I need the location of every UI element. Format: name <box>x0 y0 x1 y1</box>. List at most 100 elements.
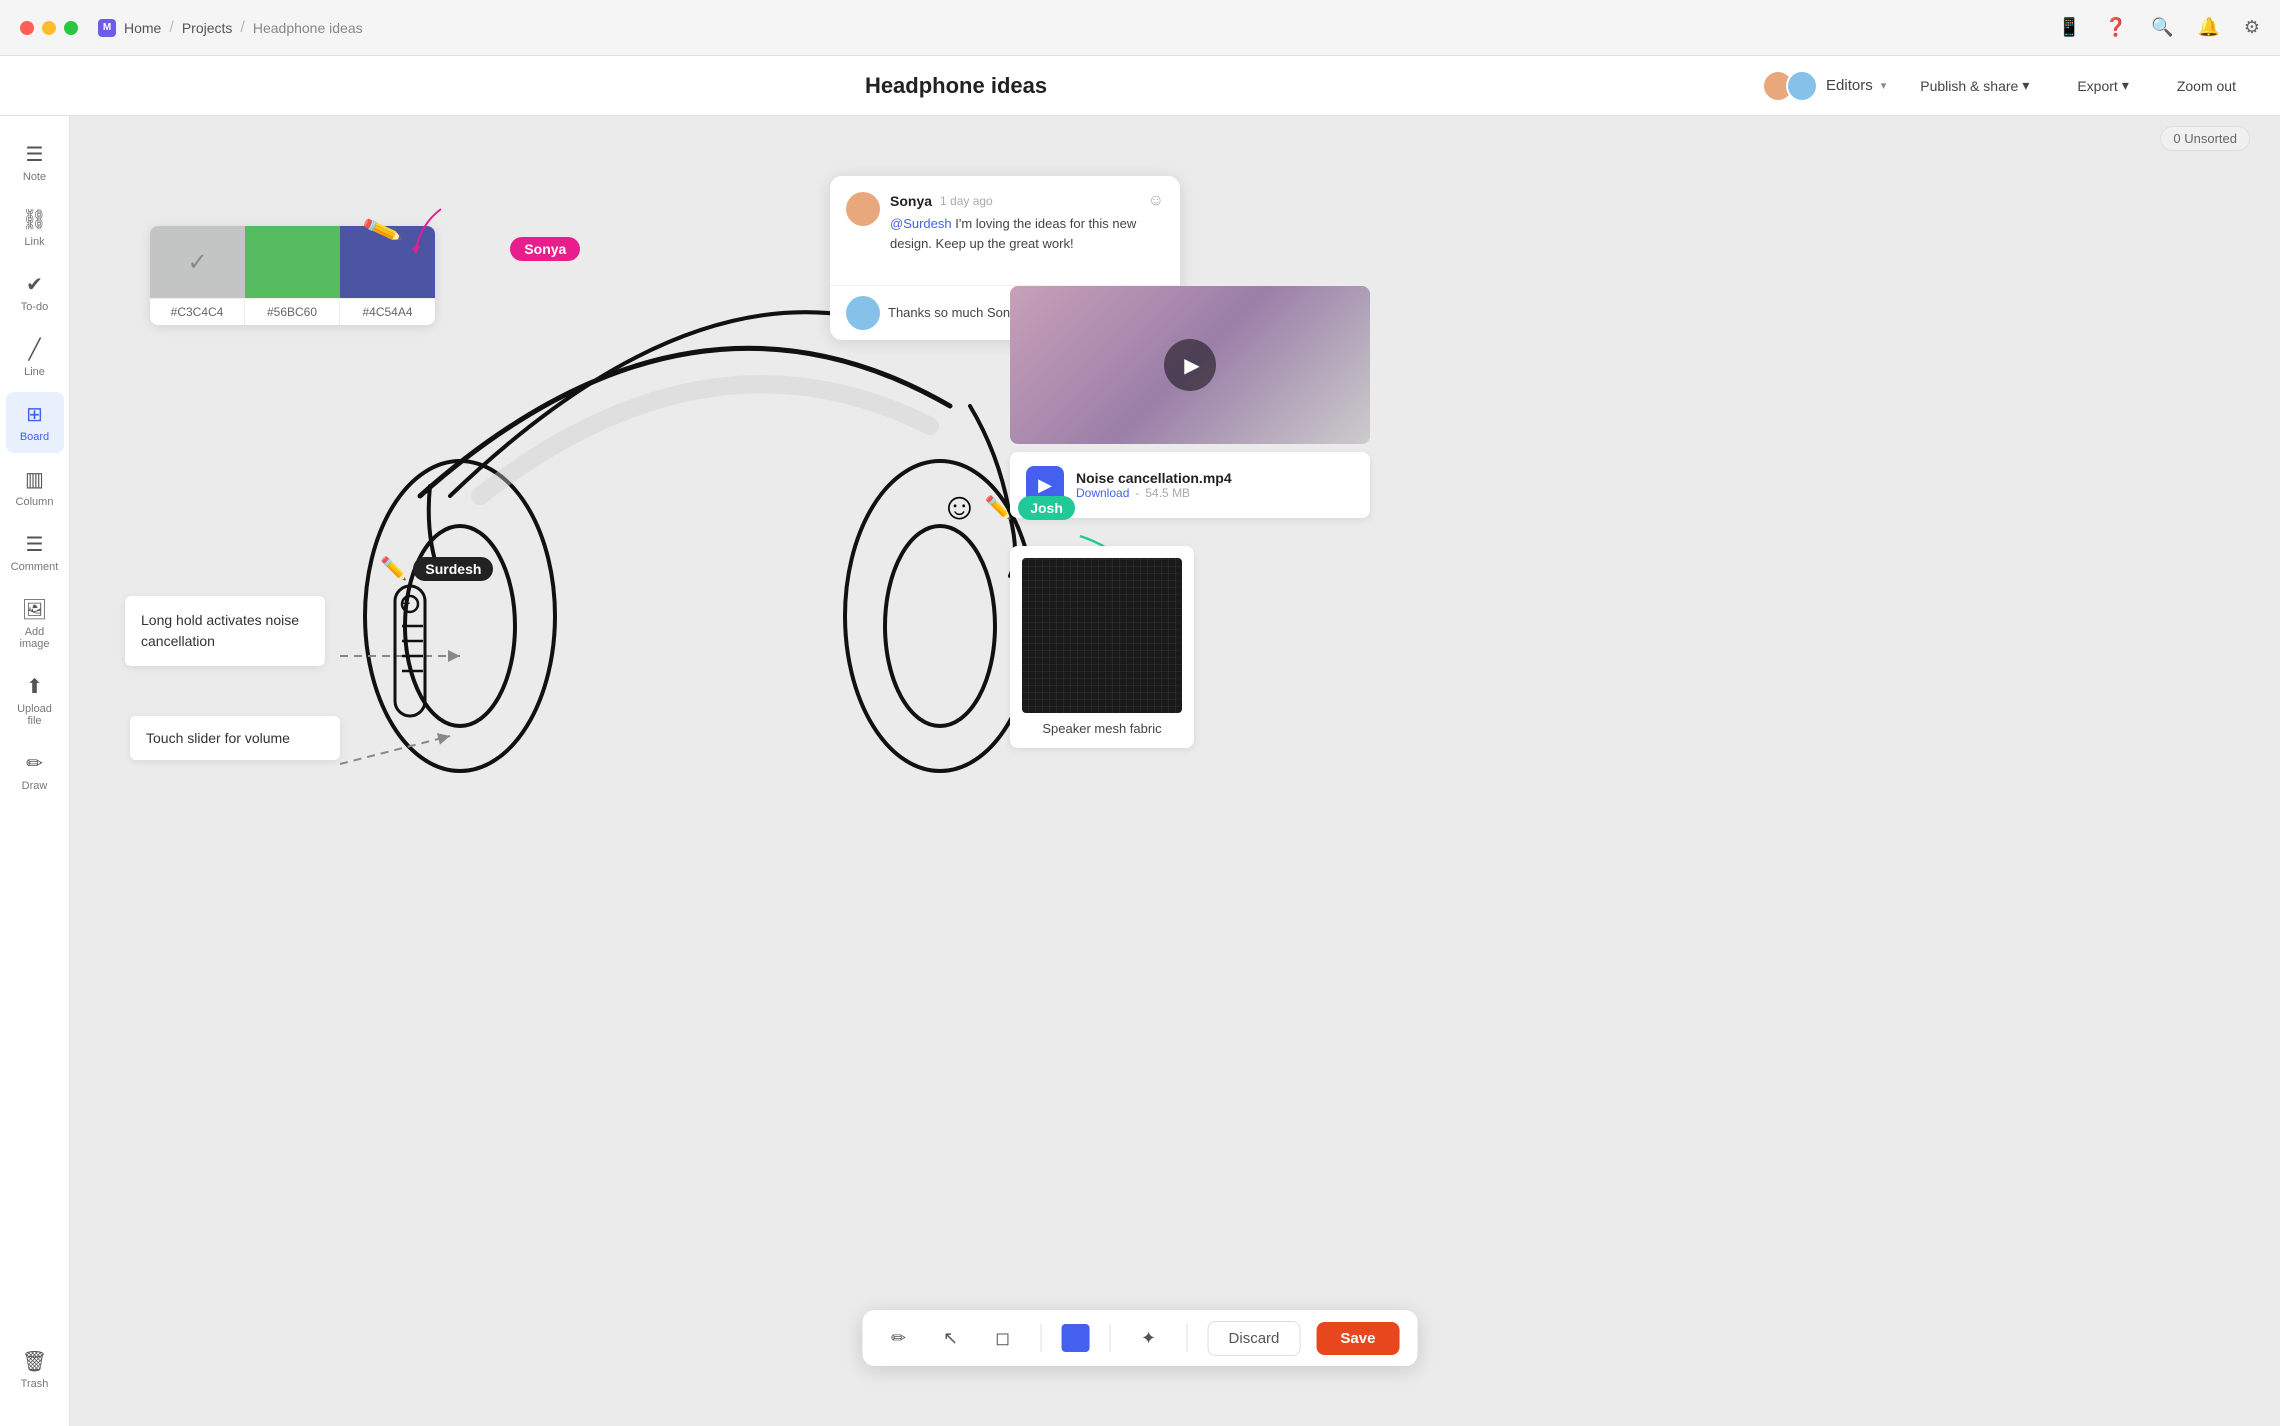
sidebar-item-todo[interactable]: ✔ To-do <box>6 262 64 323</box>
export-chevron-icon: ▾ <box>2122 77 2129 94</box>
trash-icon: 🗑 <box>22 1349 47 1374</box>
publish-chevron-icon: ▾ <box>2022 77 2029 94</box>
video-placeholder[interactable] <box>1010 286 1370 444</box>
breadcrumb-sep-2: / <box>240 19 244 37</box>
help-icon[interactable]: ❓ <box>2105 17 2127 38</box>
file-info: Noise cancellation.mp4 Download - 54.5 M… <box>1076 470 1354 500</box>
editors-label[interactable]: Editors <box>1826 77 1873 94</box>
mesh-label: Speaker mesh fabric <box>1022 721 1182 736</box>
download-link[interactable]: Download <box>1076 486 1129 500</box>
chat-mention: @Surdesh <box>890 216 952 231</box>
avatar-2 <box>1786 70 1818 102</box>
swatch-gray[interactable]: ✓ <box>150 226 245 298</box>
settings-icon[interactable]: ⚙ <box>2244 17 2260 38</box>
todo-icon: ✔ <box>26 272 43 297</box>
color-code-1: #C3C4C4 <box>150 299 245 325</box>
sidebar-link-label: Link <box>24 236 44 248</box>
sidebar-board-label: Board <box>20 431 49 443</box>
surdesh-cursor: ✏️ Surdesh <box>380 556 493 582</box>
sidebar: ☰ Note ⛓ Link ✔ To-do ╱ Line ⊞ Board ▥ C… <box>0 116 70 1426</box>
josh-cursor: ☺ ✏️ Josh <box>940 486 1075 529</box>
chat-timestamp: 1 day ago <box>940 194 993 208</box>
export-button[interactable]: Export ▾ <box>2063 71 2143 100</box>
check-icon: ✓ <box>187 248 207 277</box>
color-codes: #C3C4C4 #56BC60 #4C54A4 <box>150 298 435 325</box>
svg-text:+: + <box>402 595 410 611</box>
sidebar-column-label: Column <box>16 496 54 508</box>
breadcrumb: M Home / Projects / Headphone ideas <box>98 19 363 37</box>
breadcrumb-projects[interactable]: Projects <box>182 20 233 36</box>
sonya-cursor: ✏️ Sonya <box>365 204 580 261</box>
sidebar-item-link[interactable]: ⛓ Link <box>6 197 64 258</box>
sidebar-item-trash[interactable]: 🗑 Trash <box>6 1339 64 1400</box>
sidebar-trash-label: Trash <box>21 1378 49 1390</box>
sidebar-item-upload[interactable]: ⬆ Upload file <box>6 664 64 737</box>
notification-icon[interactable]: 🔔 <box>2197 17 2219 38</box>
zoom-out-button[interactable]: Zoom out <box>2163 72 2250 100</box>
swatch-green[interactable] <box>245 226 340 298</box>
select-tool-button[interactable]: ↖ <box>933 1320 969 1356</box>
sidebar-item-add-image[interactable]: 🖼 Add image <box>6 587 64 660</box>
sidebar-item-line[interactable]: ╱ Line <box>6 327 64 388</box>
upload-icon: ⬆ <box>26 674 43 699</box>
maximize-button[interactable] <box>64 21 78 35</box>
app-icon: M <box>98 19 116 37</box>
sidebar-todo-label: To-do <box>21 301 49 313</box>
editors-dropdown-icon[interactable]: ▾ <box>1881 79 1887 92</box>
toolbar-divider-1 <box>1041 1324 1042 1352</box>
add-image-icon: 🖼 <box>22 597 47 622</box>
mesh-image <box>1022 558 1182 713</box>
josh-cursor-label: Josh <box>1018 496 1075 520</box>
eraser-tool-button[interactable]: ◻ <box>985 1320 1021 1356</box>
traffic-lights <box>20 21 78 35</box>
toolbar-divider-2 <box>1110 1324 1111 1352</box>
save-button[interactable]: Save <box>1316 1322 1399 1355</box>
breadcrumb-current: Headphone ideas <box>253 20 363 36</box>
noise-cancellation-note: Long hold activates noise cancellation <box>125 596 325 666</box>
josh-smiley-icon: ☺ <box>940 486 979 529</box>
speaker-mesh-panel: Speaker mesh fabric <box>1010 546 1194 748</box>
sonya-avatar <box>846 192 880 226</box>
titlebar: M Home / Projects / Headphone ideas 📱 ❓ … <box>0 0 2280 56</box>
discard-button[interactable]: Discard <box>1208 1321 1301 1356</box>
sidebar-item-note[interactable]: ☰ Note <box>6 132 64 193</box>
bottom-toolbar: ✏ ↖ ◻ ✦ Discard Save <box>863 1310 1418 1366</box>
device-icon[interactable]: 📱 <box>2058 17 2080 38</box>
sidebar-item-draw[interactable]: ✏ Draw <box>6 741 64 802</box>
surdesh-cursor-label: Surdesh <box>413 557 493 581</box>
close-button[interactable] <box>20 21 34 35</box>
chat-sender-name: Sonya <box>890 193 932 209</box>
page-title: Headphone ideas <box>865 73 1047 99</box>
minimize-button[interactable] <box>42 21 56 35</box>
editor-avatars <box>1762 70 1818 102</box>
color-picker-button[interactable] <box>1062 1324 1090 1352</box>
file-name: Noise cancellation.mp4 <box>1076 470 1354 486</box>
video-panel[interactable] <box>1010 286 1370 444</box>
chat-header: Sonya 1 day ago ☺ <box>890 192 1164 210</box>
sidebar-item-column[interactable]: ▥ Column <box>6 457 64 518</box>
chat-emoji-button[interactable]: ☺ <box>1148 192 1164 210</box>
chat-messages: Sonya 1 day ago ☺ @Surdesh I'm loving th… <box>830 176 1180 285</box>
sidebar-draw-label: Draw <box>22 780 48 792</box>
sidebar-item-board[interactable]: ⊞ Board <box>6 392 64 453</box>
pen-tool-button[interactable]: ✏ <box>881 1320 917 1356</box>
note-icon: ☰ <box>26 142 44 167</box>
publish-share-button[interactable]: Publish & share ▾ <box>1906 71 2043 100</box>
highlighter-tool-button[interactable]: ✦ <box>1131 1320 1167 1356</box>
video-play-button[interactable] <box>1164 339 1216 391</box>
breadcrumb-sep-1: / <box>169 19 173 37</box>
reply-avatar <box>846 296 880 330</box>
sidebar-add-image-label: Add image <box>14 626 56 650</box>
sonya-cursor-arrow <box>406 204 476 254</box>
canvas[interactable]: 0 Unsorted ✓ #C3C4C4 #56BC60 #4C54A4 ✏️ <box>70 116 2280 1426</box>
pen-cursor-icon: ✏️ <box>360 209 404 252</box>
slider-sketch: + <box>360 576 460 776</box>
breadcrumb-home[interactable]: Home <box>124 20 161 36</box>
line-icon: ╱ <box>28 337 40 362</box>
editors-area[interactable]: Editors ▾ <box>1762 70 1886 102</box>
sidebar-comment-label: Comment <box>11 561 59 573</box>
sidebar-line-label: Line <box>24 366 45 378</box>
sidebar-item-comment[interactable]: ☰ Comment <box>6 522 64 583</box>
chat-message-content: Sonya 1 day ago ☺ @Surdesh I'm loving th… <box>890 192 1164 253</box>
search-icon[interactable]: 🔍 <box>2151 17 2173 38</box>
